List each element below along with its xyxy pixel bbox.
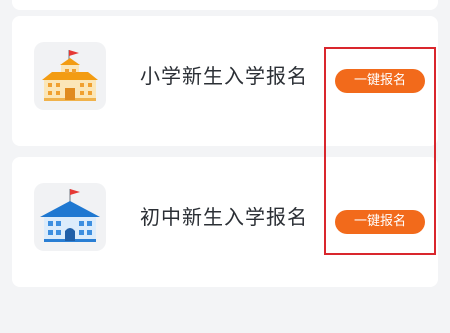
one-click-signup-button[interactable]: 一键报名	[335, 69, 425, 93]
card-title: 小学新生入学报名	[140, 64, 308, 88]
card-title: 初中新生入学报名	[140, 205, 308, 229]
previous-card-edge	[12, 0, 438, 10]
primary-school-icon	[34, 42, 106, 110]
one-click-signup-button[interactable]: 一键报名	[335, 210, 425, 234]
middle-school-icon	[34, 183, 106, 251]
middle-school-signup-card[interactable]: 初中新生入学报名 一键报名	[12, 157, 438, 287]
primary-school-signup-card[interactable]: 小学新生入学报名 一键报名	[12, 16, 438, 146]
